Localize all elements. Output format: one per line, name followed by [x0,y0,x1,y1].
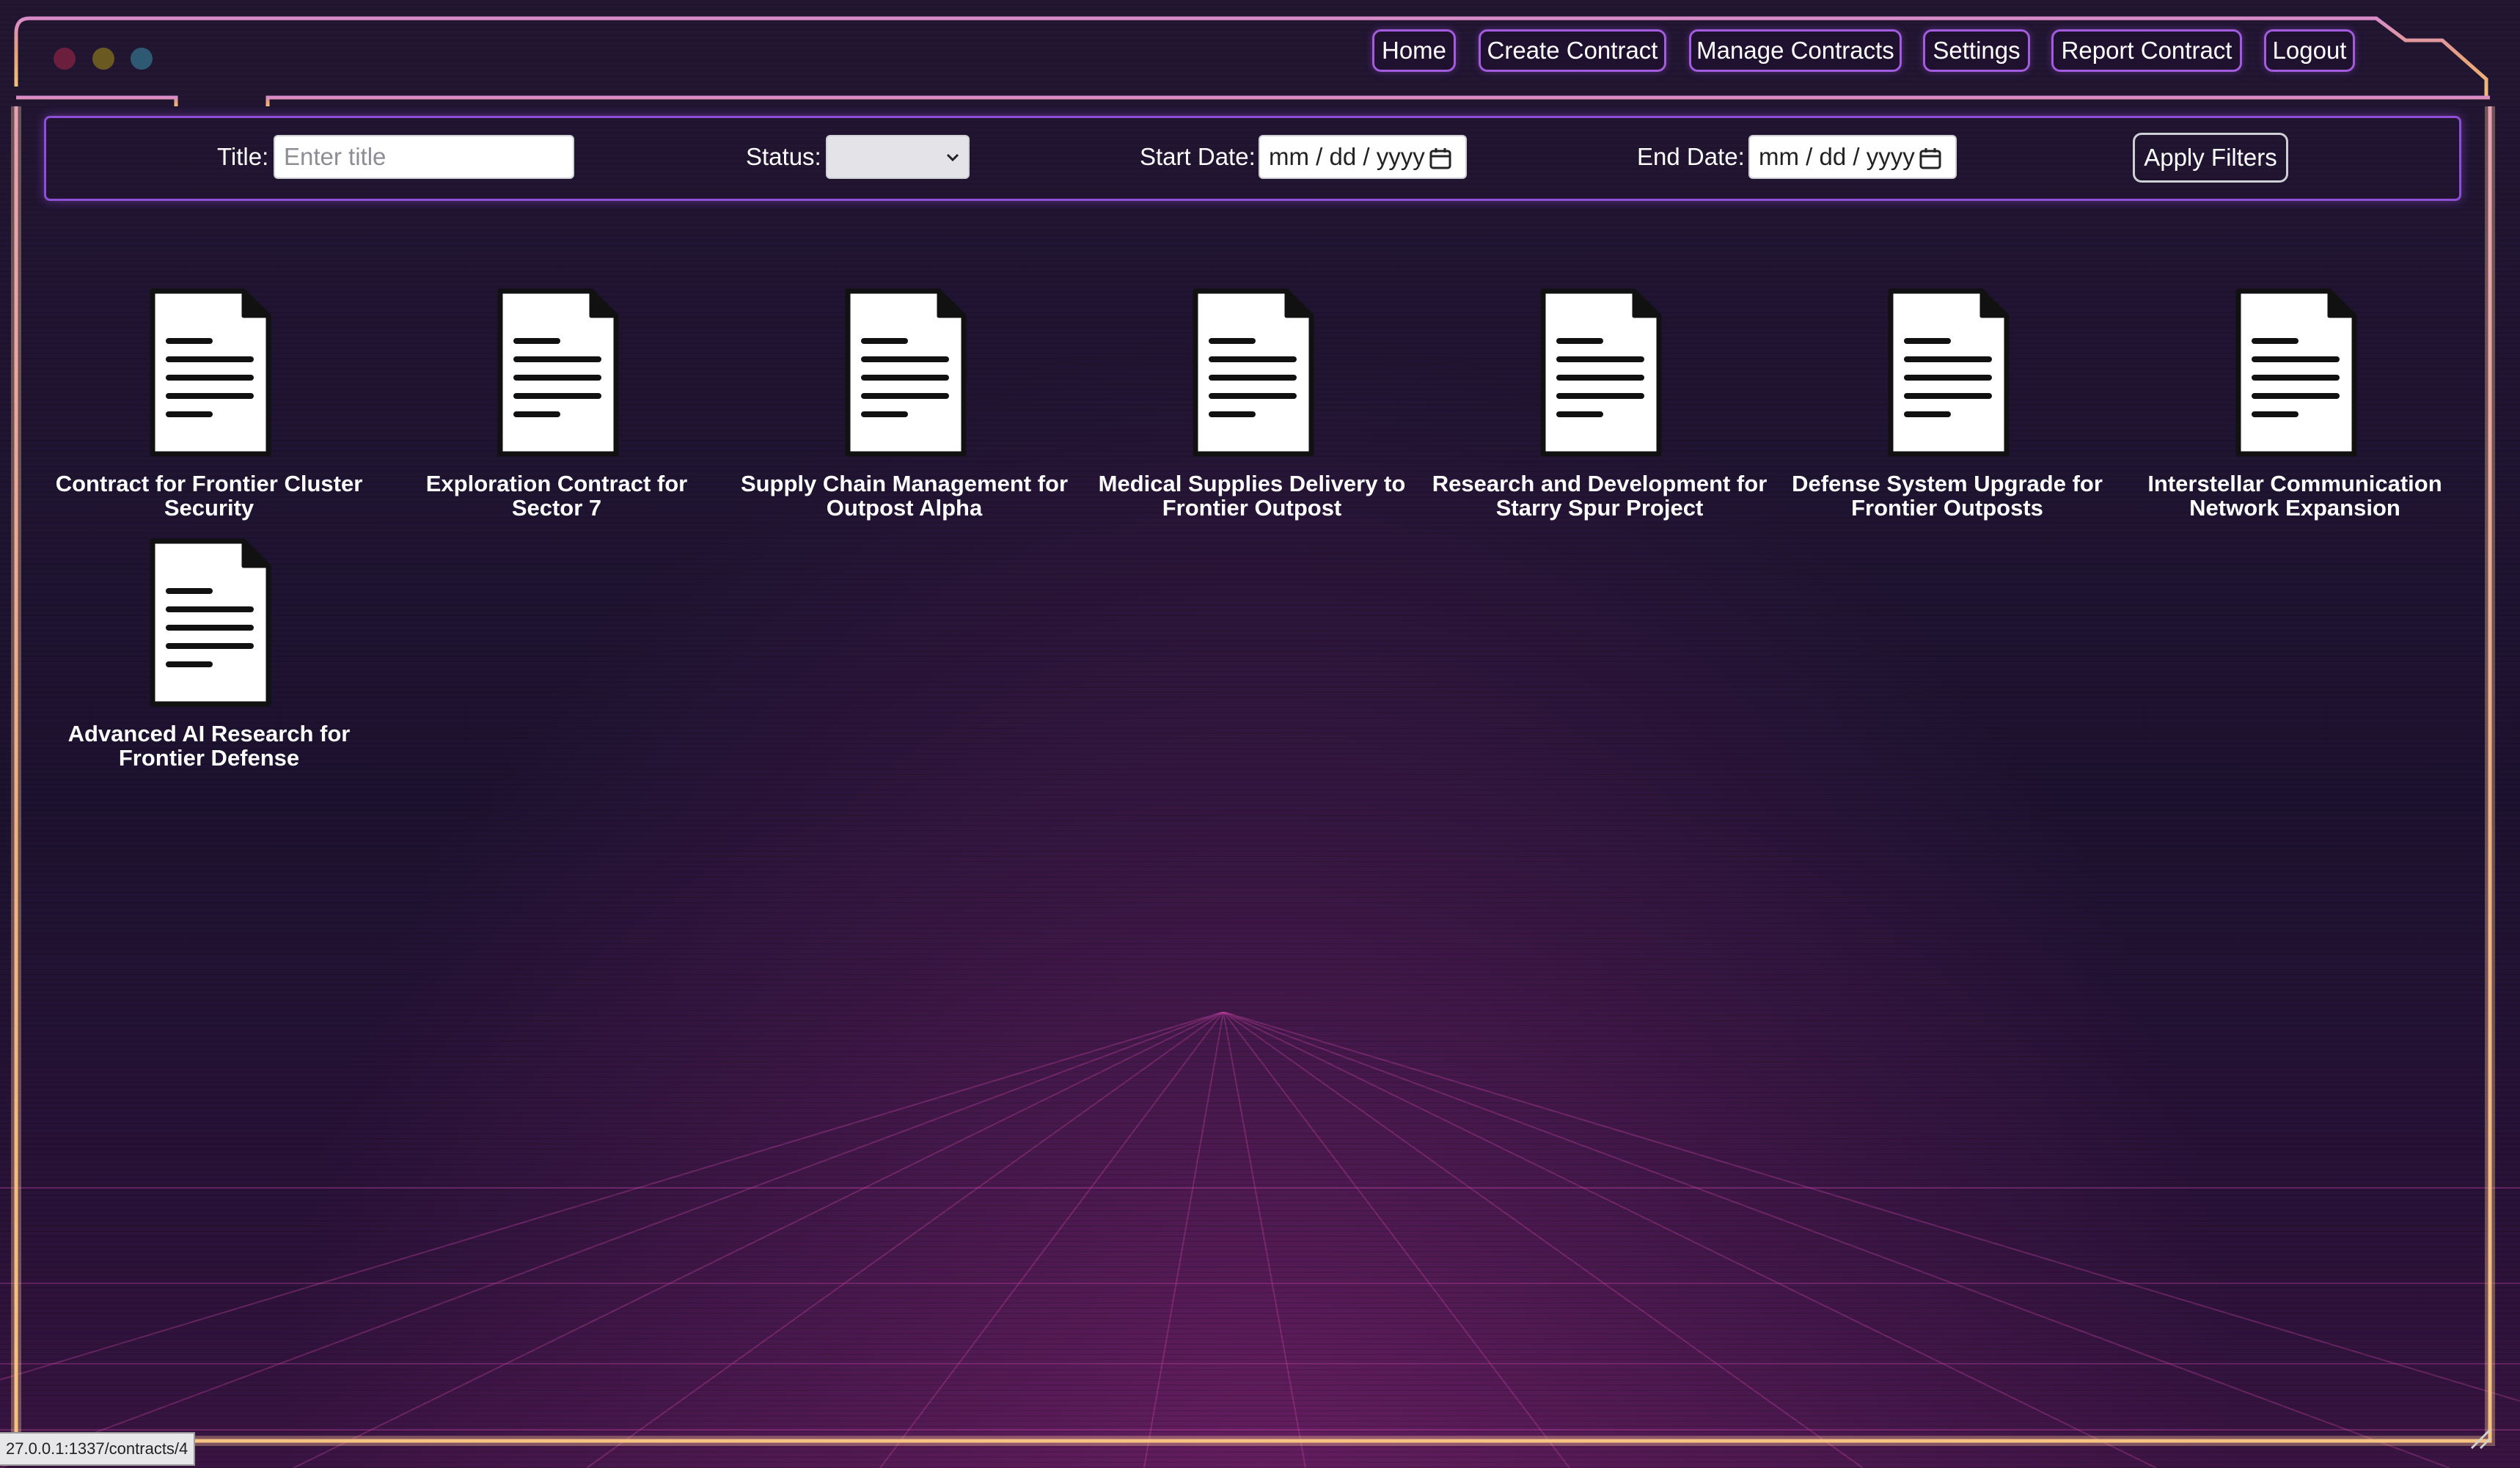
document-icon [150,288,271,457]
contract-title[interactable]: Advanced AI Research for Frontier Defens… [40,722,378,770]
chevron-down-icon [946,153,959,162]
nav-logout-button[interactable]: Logout [2264,29,2355,72]
window-minimize-dot[interactable] [92,48,114,70]
nav-settings-button[interactable]: Settings [1923,29,2030,72]
contract-card[interactable]: Contract for Frontier Cluster Security [40,288,378,520]
start-date-input[interactable]: mm / dd / yyyy [1259,135,1467,179]
apply-filters-button[interactable]: Apply Filters [2133,133,2288,183]
contract-card[interactable]: Supply Chain Management for Outpost Alph… [736,288,1073,520]
document-icon [497,288,619,457]
contract-title[interactable]: Research and Development for Starry Spur… [1431,471,1768,520]
window-maximize-dot[interactable] [131,48,153,70]
neon-frame [11,16,2495,1450]
title-filter-placeholder: Enter title [284,143,387,170]
calendar-icon[interactable] [1429,147,1452,170]
contract-title[interactable]: Defense System Upgrade for Frontier Outp… [1779,471,2116,520]
document-icon [1888,288,2010,457]
end-date-input[interactable]: mm / dd / yyyy [1748,135,1957,179]
contract-title[interactable]: Exploration Contract for Sector 7 [388,471,725,520]
calendar-icon[interactable] [1919,147,1942,170]
start-date-placeholder: mm / dd / yyyy [1269,143,1425,170]
nav-home-button[interactable]: Home [1372,29,1456,72]
nav-report-contract-button[interactable]: Report Contract [2051,29,2242,72]
document-icon [1193,288,1314,457]
document-icon [2235,288,2357,457]
document-icon [845,288,967,457]
title-filter-label: Title: [217,143,269,170]
contract-title[interactable]: Medical Supplies Delivery to Frontier Ou… [1083,471,1421,520]
contract-card[interactable]: Defense System Upgrade for Frontier Outp… [1779,288,2116,520]
nav-create-contract-button[interactable]: Create Contract [1479,29,1666,72]
status-filter-label: Status: [746,143,821,170]
contract-card[interactable]: Exploration Contract for Sector 7 [388,288,725,520]
start-date-label: Start Date: [1140,143,1256,170]
status-filter-select[interactable] [826,135,970,179]
end-date-label: End Date: [1637,143,1745,170]
nav-manage-contracts-button[interactable]: Manage Contracts [1689,29,1902,72]
title-filter-input[interactable]: Enter title [274,135,574,179]
contract-title[interactable]: Contract for Frontier Cluster Security [40,471,378,520]
window-close-dot[interactable] [54,48,76,70]
contract-card[interactable]: Interstellar Communication Network Expan… [2126,288,2464,520]
app-window: Home Create Contract Manage Contracts Se… [0,0,2520,1468]
contract-card[interactable]: Research and Development for Starry Spur… [1431,288,1768,520]
contract-title[interactable]: Interstellar Communication Network Expan… [2126,471,2464,520]
contract-title[interactable]: Supply Chain Management for Outpost Alph… [736,471,1073,520]
document-icon [150,538,271,707]
document-icon [1540,288,1662,457]
contract-card[interactable]: Advanced AI Research for Frontier Defens… [40,538,378,770]
status-bar-url: 27.0.0.1:1337/contracts/4 [0,1432,196,1466]
contract-card[interactable]: Medical Supplies Delivery to Frontier Ou… [1083,288,1421,520]
end-date-placeholder: mm / dd / yyyy [1759,143,1915,170]
